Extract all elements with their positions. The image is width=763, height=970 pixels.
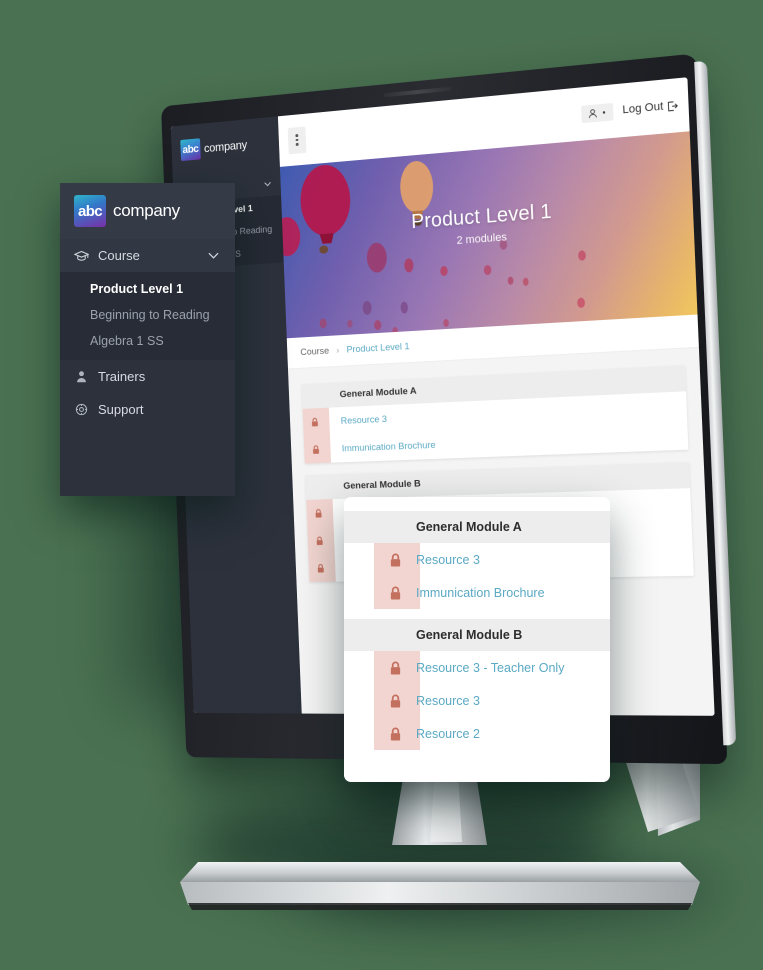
lock-icon <box>390 661 401 674</box>
logo-wordmark: company <box>203 137 248 156</box>
chevron-down-icon[interactable] <box>206 248 221 263</box>
module-item-label: Resource 3 - Teacher Only <box>416 660 565 675</box>
breadcrumb-separator-icon: › <box>336 345 340 357</box>
exit-icon <box>666 100 678 112</box>
user-menu-button[interactable] <box>580 102 614 123</box>
module-card: General Module A Resource 3 Immunication… <box>301 365 689 464</box>
module-items: Resource 3 Immunication Brochure <box>344 543 610 609</box>
lock-icon <box>314 508 323 518</box>
sidebar-item-trainers[interactable]: Trainers <box>60 360 235 393</box>
header-actions: Log Out <box>580 96 678 123</box>
user-icon <box>587 107 598 119</box>
sidebar-callout-panel: abc company Course Product Level 1 Begin… <box>60 183 235 496</box>
sidebar-item-course[interactable]: Course <box>60 239 235 272</box>
user-icon <box>74 369 89 384</box>
sidebar-trainers-label: Trainers <box>98 369 146 384</box>
module-row[interactable]: Resource 2 <box>344 717 610 750</box>
lock-icon <box>316 563 325 573</box>
base-shadow <box>300 855 720 925</box>
lock-icon <box>312 444 321 454</box>
module-title: General Module B <box>344 619 610 651</box>
logo-badge-icon: abc <box>74 195 106 227</box>
module-items: Resource 3 - Teacher Only Resource 3 Res… <box>344 651 610 750</box>
sidebar-support-label: Support <box>98 402 144 417</box>
sidebar-item-support[interactable]: Support <box>60 393 235 426</box>
logo-badge-icon: abc <box>180 138 201 162</box>
chevron-down-icon <box>602 110 606 114</box>
sidebar-subitem-algebra-1-ss[interactable]: Algebra 1 SS <box>60 328 235 354</box>
lock-icon <box>390 586 401 599</box>
chevron-down-icon <box>264 181 272 186</box>
module-card: General Module B Resource 3 - Teacher On… <box>344 619 610 750</box>
module-row[interactable]: Resource 3 <box>344 543 610 576</box>
logo-badge-text: abc <box>182 143 199 157</box>
module-row[interactable]: Resource 3 - Teacher Only <box>344 651 610 684</box>
gear-icon <box>74 402 89 417</box>
brand-logo[interactable]: abc company <box>60 183 235 239</box>
sidebar-course-label: Course <box>98 248 140 263</box>
lock-icon <box>390 553 401 566</box>
module-item-label: Resource 2 <box>416 726 480 741</box>
module-item-label: Resource 3 <box>416 693 480 708</box>
sidebar-subitem-beginning-to-reading[interactable]: Beginning to Reading <box>60 302 235 328</box>
sidebar-course-sublist: Product Level 1 Beginning to Reading Alg… <box>60 272 235 360</box>
module-item-label: Immunication Brochure <box>416 585 545 600</box>
lock-icon <box>390 694 401 707</box>
kebab-menu-icon[interactable] <box>287 125 307 154</box>
logo-badge-text: abc <box>77 202 103 220</box>
module-item-label: Resource 3 <box>416 552 480 567</box>
module-callout-panel: General Module A Resource 3 Immunication <box>344 497 610 782</box>
sidebar-subitem-product-level-1[interactable]: Product Level 1 <box>60 276 235 302</box>
graduation-cap-icon <box>74 248 89 263</box>
breadcrumb-current[interactable]: Product Level 1 <box>346 341 410 355</box>
mockup-stage: abc company Log Out 1 Reading SS Product… <box>0 0 763 970</box>
lock-icon <box>310 417 319 427</box>
logout-button[interactable]: Log Out <box>622 99 678 116</box>
module-item-label: Resource 3 <box>340 413 388 427</box>
module-row[interactable]: Immunication Brochure <box>344 576 610 609</box>
lock-icon <box>390 727 401 740</box>
lock-icon <box>315 536 324 546</box>
breadcrumb-root[interactable]: Course <box>300 346 329 358</box>
logout-label: Log Out <box>622 100 664 117</box>
course-hero-banner: Product Level 1 2 modules <box>279 131 698 339</box>
module-title: General Module A <box>344 511 610 543</box>
logo-wordmark: company <box>113 201 180 220</box>
module-card: General Module A Resource 3 Immunication <box>344 511 610 609</box>
webcam-icon <box>383 86 452 98</box>
module-item-label: Immunication Brochure <box>341 439 436 454</box>
module-row[interactable]: Resource 3 <box>344 684 610 717</box>
